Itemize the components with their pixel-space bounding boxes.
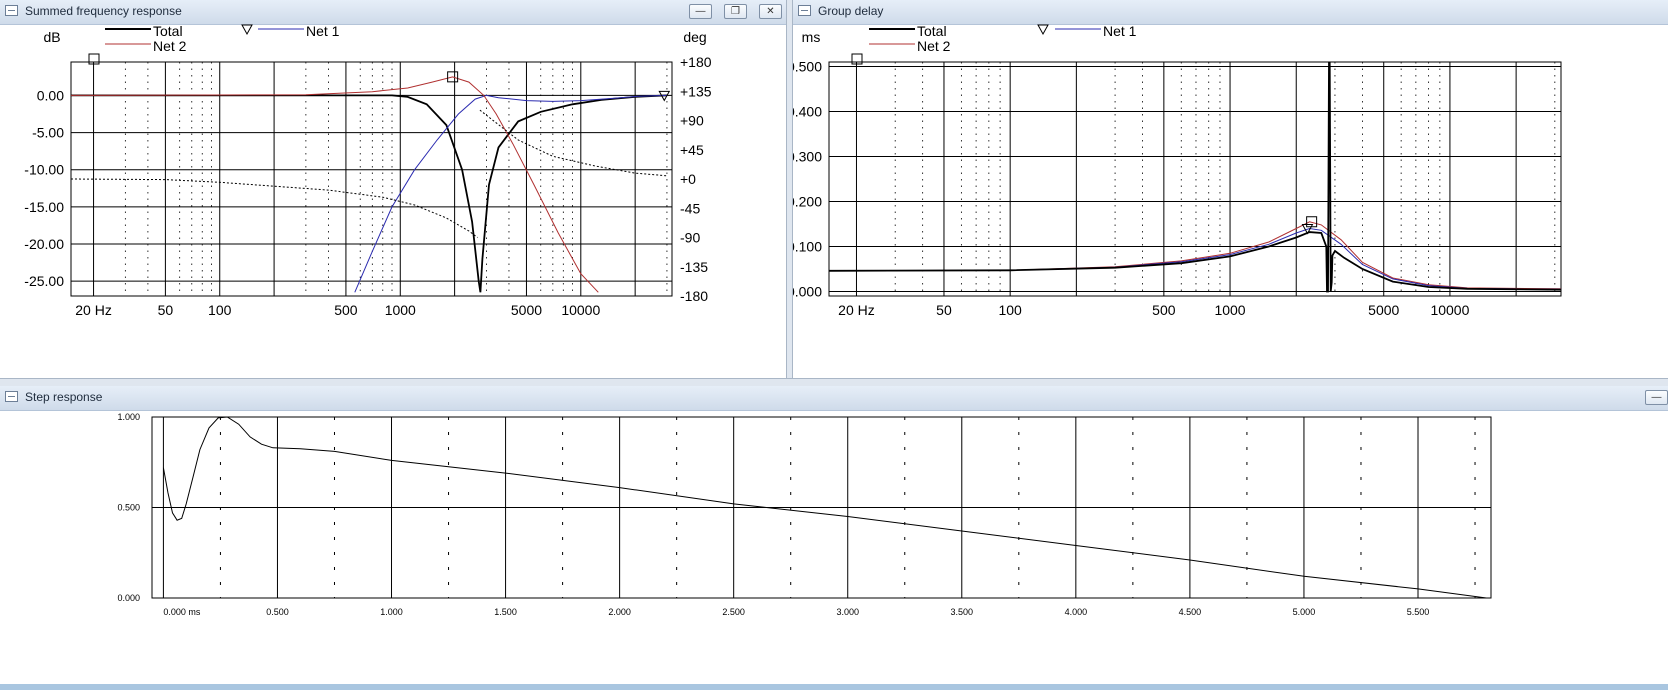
step-titlebar[interactable]: Step response — [0, 386, 1668, 411]
y-tick-label: -5.00 [32, 125, 64, 141]
y-right-tick-label: +0 [680, 171, 696, 187]
y-axis-unit-label: dB [43, 29, 60, 45]
y-tick-label: 0.100 [793, 239, 822, 255]
y-right-tick-label: +180 [680, 54, 712, 70]
step-chart: 0.000 ms 0.500 1.000 1.500 2.000 2.500 3.000 3.… [117, 412, 1492, 617]
freq-titlebar[interactable]: Summed frequency response — ❐ ✕ [0, 0, 786, 25]
y-tick-label: -25.00 [24, 273, 64, 289]
step-window-title: Step response [25, 390, 103, 404]
chart-window-icon [798, 5, 811, 16]
y-axis-unit-label: ms [802, 29, 821, 45]
x-tick-label: 5.500 [1407, 607, 1430, 617]
freq-window: Summed frequency response — ❐ ✕ 20 Hz 50 1… [0, 0, 786, 378]
freq-grid [70, 61, 673, 297]
x-tick-label: 0.000 ms [163, 607, 201, 617]
legend-triangle-marker [241, 24, 253, 36]
x-tick-label: 20 Hz [75, 302, 112, 318]
x-tick-label: 50 [936, 302, 952, 318]
step-grid [151, 416, 1492, 599]
x-tick-label: 5000 [511, 302, 542, 318]
step-window: Step response — 0.000 ms 0.500 1.000 1.500 2… [0, 386, 1668, 684]
y-right-tick-label: -180 [680, 288, 708, 304]
x-tick-label: 100 [998, 302, 1022, 318]
legend-triangle-marker [1037, 24, 1049, 36]
legend-label: Net 1 [306, 24, 340, 39]
close-button[interactable]: ✕ [759, 4, 782, 19]
x-tick-label: 1.000 [380, 607, 403, 617]
freq-chart: 20 Hz 50 100 500 1000 5000 10000 0.00 -5.00 -10.0… [24, 24, 712, 318]
y-right-tick-label: -135 [680, 259, 708, 275]
gd-window: Group delay 20 Hz 50 100 500 1000 5000 10000 0.… [793, 0, 1668, 378]
y-right-tick-label: -45 [680, 200, 700, 216]
y-tick-label: 0.500 [793, 59, 822, 75]
legend-label: Net 2 [153, 38, 187, 54]
x-tick-label: 1.500 [494, 607, 517, 617]
legend-label: Total [917, 24, 947, 39]
y-right-tick-label: +135 [680, 83, 712, 99]
gd-titlebar[interactable]: Group delay [793, 0, 1668, 25]
x-tick-label: 5.000 [1293, 607, 1316, 617]
y-tick-label: 0.200 [793, 194, 822, 210]
y-tick-label: 0.500 [117, 503, 140, 513]
y-tick-label: -20.00 [24, 236, 64, 252]
x-tick-label: 10000 [561, 302, 600, 318]
legend-label: Total [153, 24, 183, 39]
x-tick-label: 2.500 [722, 607, 745, 617]
legend-label: Net 2 [917, 38, 951, 54]
x-tick-label: 500 [334, 302, 358, 318]
x-tick-label: 20 Hz [838, 302, 875, 318]
x-tick-label: 4.000 [1065, 607, 1088, 617]
series-line-net-2 [71, 76, 599, 293]
x-tick-label: 2.000 [608, 607, 631, 617]
x-tick-label: 5000 [1368, 302, 1399, 318]
x-tick-label: 0.500 [266, 607, 289, 617]
chart-window-icon [5, 5, 18, 16]
vertical-splitter[interactable] [786, 0, 793, 380]
status-strip [0, 684, 1668, 690]
y-tick-label: -10.00 [24, 162, 64, 178]
series-line-phase [71, 109, 667, 238]
y-right-tick-label: +90 [680, 113, 704, 129]
freq-window-title: Summed frequency response [25, 4, 182, 18]
gd-window-title: Group delay [818, 4, 884, 18]
series-line-net-2 [829, 221, 1561, 290]
gd-chart: 20 Hz 50 100 500 1000 5000 10000 0.500 0.400 0.30… [793, 24, 1562, 318]
y-tick-label: 1.000 [117, 412, 140, 422]
y-tick-label: 0.000 [793, 284, 822, 300]
x-tick-label: 10000 [1430, 302, 1469, 318]
x-tick-label: 50 [158, 302, 174, 318]
x-tick-label: 3.000 [836, 607, 859, 617]
minimize-button[interactable]: — [689, 4, 712, 19]
series-line-net-1 [354, 94, 667, 293]
x-tick-label: 4.500 [1179, 607, 1202, 617]
y-right-tick-label: -90 [680, 230, 700, 246]
chart-window-icon [5, 391, 18, 402]
restore-button[interactable]: ❐ [724, 4, 747, 19]
x-tick-label: 3.500 [951, 607, 974, 617]
legend-label: Net 1 [1103, 24, 1137, 39]
y-tick-label: -15.00 [24, 199, 64, 215]
plot-frame [70, 61, 673, 297]
x-tick-label: 1000 [385, 302, 416, 318]
y-tick-label: 0.300 [793, 149, 822, 165]
x-tick-label: 100 [208, 302, 232, 318]
y-tick-label: 0.000 [117, 593, 140, 603]
y-right-axis-unit-label: deg [683, 29, 706, 45]
x-tick-label: 500 [1152, 302, 1176, 318]
series-line-total [829, 62, 1561, 293]
y-tick-label: 0.00 [37, 87, 64, 103]
minimize-button[interactable]: — [1645, 390, 1668, 405]
series-line-total [71, 94, 667, 293]
y-right-tick-label: +45 [680, 142, 704, 158]
y-tick-label: 0.400 [793, 104, 822, 120]
x-tick-label: 1000 [1214, 302, 1245, 318]
